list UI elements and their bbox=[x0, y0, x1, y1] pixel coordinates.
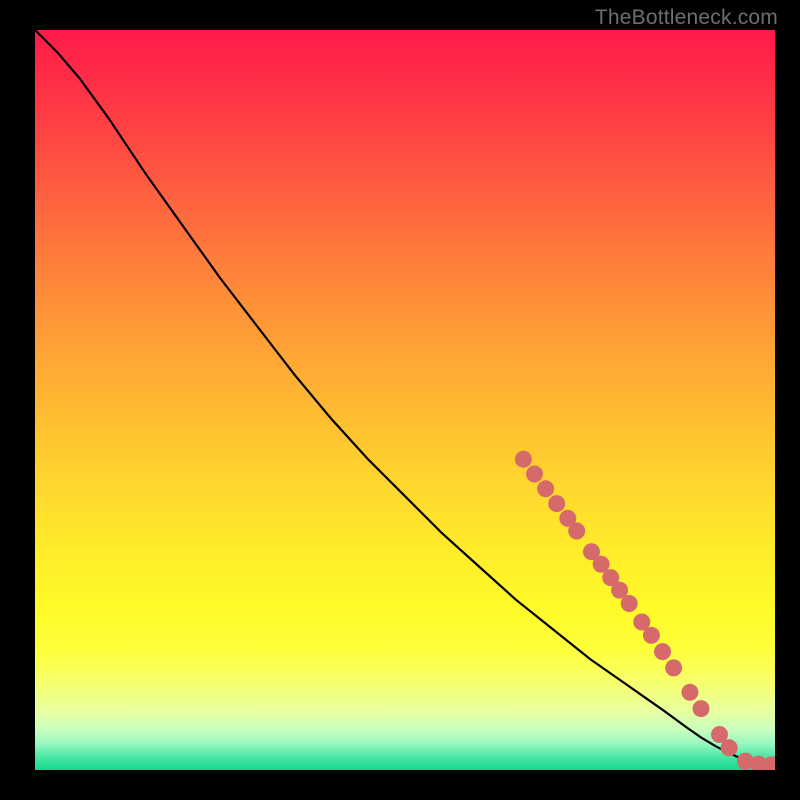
data-marker bbox=[526, 466, 543, 483]
data-marker bbox=[665, 659, 682, 676]
data-marker bbox=[681, 684, 698, 701]
data-marker bbox=[721, 739, 738, 756]
data-marker bbox=[548, 495, 565, 512]
data-marker bbox=[693, 700, 710, 717]
plot-area bbox=[35, 30, 775, 770]
chart-frame: TheBottleneck.com bbox=[0, 0, 800, 800]
data-marker bbox=[515, 451, 532, 468]
watermark-text: TheBottleneck.com bbox=[595, 6, 778, 30]
data-marker bbox=[537, 480, 554, 497]
chart-svg bbox=[35, 30, 775, 770]
data-marker bbox=[568, 522, 585, 539]
data-marker bbox=[621, 595, 638, 612]
markers bbox=[515, 451, 775, 770]
data-marker bbox=[643, 627, 660, 644]
data-marker bbox=[654, 643, 671, 660]
